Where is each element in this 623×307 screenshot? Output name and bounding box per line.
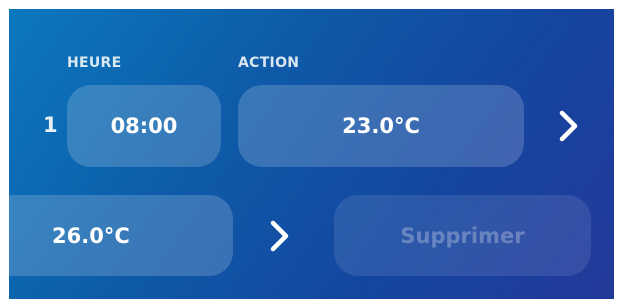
delete-button[interactable]: Supprimer	[334, 195, 591, 276]
screen: HEURE ACTION 1 08:00 23.0°C 26.0°C Suppr…	[0, 0, 623, 307]
row-index: 1	[43, 113, 58, 137]
delete-label: Supprimer	[400, 223, 525, 248]
schedule-panel: HEURE ACTION 1 08:00 23.0°C 26.0°C Suppr…	[9, 9, 614, 299]
action-button[interactable]: 23.0°C	[238, 85, 524, 167]
chevron-right-icon[interactable]	[267, 218, 293, 254]
action-column-label: ACTION	[238, 55, 300, 71]
time-button[interactable]: 08:00	[67, 85, 221, 167]
temperature-button[interactable]: 26.0°C	[9, 195, 233, 276]
time-column-label: HEURE	[67, 55, 122, 71]
time-value: 08:00	[110, 114, 178, 138]
chevron-right-icon[interactable]	[556, 108, 582, 144]
right-edge	[614, 0, 623, 307]
action-value: 23.0°C	[342, 114, 420, 138]
temperature-value: 26.0°C	[52, 223, 130, 248]
